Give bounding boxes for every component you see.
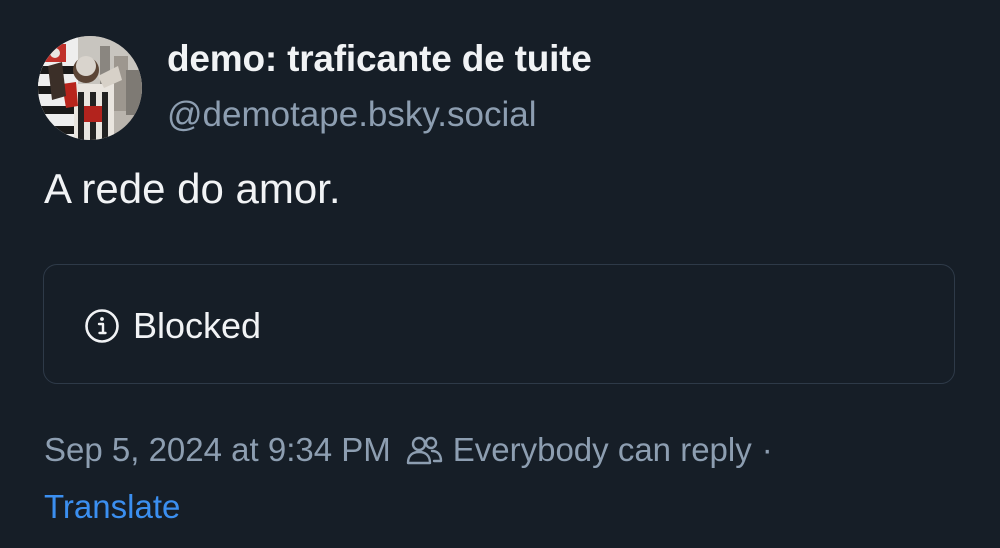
author-display-name[interactable]: demo: traficante de tuite xyxy=(167,38,592,80)
people-icon xyxy=(406,436,442,465)
meta-separator: · xyxy=(761,431,773,468)
avatar-image xyxy=(38,36,142,140)
blocked-label: Blocked xyxy=(133,305,262,346)
post-meta-row: Sep 5, 2024 at 9:34 PM Everybody can rep… xyxy=(44,428,773,472)
post-text: A rede do amor. xyxy=(44,165,341,212)
info-icon xyxy=(85,309,119,343)
post-timestamp[interactable]: Sep 5, 2024 at 9:34 PM xyxy=(44,431,391,469)
post-thread-item: demo: traficante de tuite @demotape.bsky… xyxy=(0,0,1000,548)
avatar[interactable] xyxy=(38,36,142,140)
reply-setting-label[interactable]: Everybody can reply xyxy=(453,431,752,469)
translate-link[interactable]: Translate xyxy=(44,488,180,526)
blocked-embed-card[interactable]: Blocked xyxy=(43,264,955,384)
author-handle[interactable]: @demotape.bsky.social xyxy=(167,95,537,135)
